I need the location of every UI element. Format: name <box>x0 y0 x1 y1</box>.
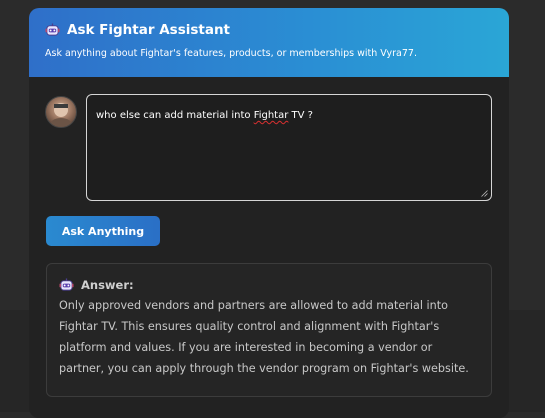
robot-icon <box>59 278 74 291</box>
ask-anything-button[interactable]: Ask Anything <box>46 216 160 246</box>
answer-card: Answer: Only approved vendors and partne… <box>46 263 492 397</box>
robot-icon <box>45 23 60 36</box>
header-subtitle: Ask anything about Fightar's features, p… <box>45 48 417 59</box>
question-textarea[interactable]: who else can add material into Fightar T… <box>86 94 492 201</box>
answer-title: Answer: <box>81 278 134 292</box>
resize-handle-icon[interactable] <box>481 190 488 197</box>
question-text-before: who else can add material into <box>96 110 254 121</box>
answer-body: Only approved vendors and partners are a… <box>59 299 469 375</box>
avatar-image <box>50 103 72 127</box>
page-title: Ask Fightar Assistant <box>67 22 231 38</box>
question-text-after: TV ? <box>288 110 313 121</box>
user-avatar <box>45 96 77 128</box>
assistant-panel: Ask Fightar Assistant Ask anything about… <box>29 8 509 418</box>
header-title-row: Ask Fightar Assistant <box>45 22 230 38</box>
panel-header: Ask Fightar Assistant Ask anything about… <box>29 8 509 77</box>
question-text-misspelled: Fightar <box>253 110 289 121</box>
answer-title-row: Answer: <box>59 278 479 292</box>
